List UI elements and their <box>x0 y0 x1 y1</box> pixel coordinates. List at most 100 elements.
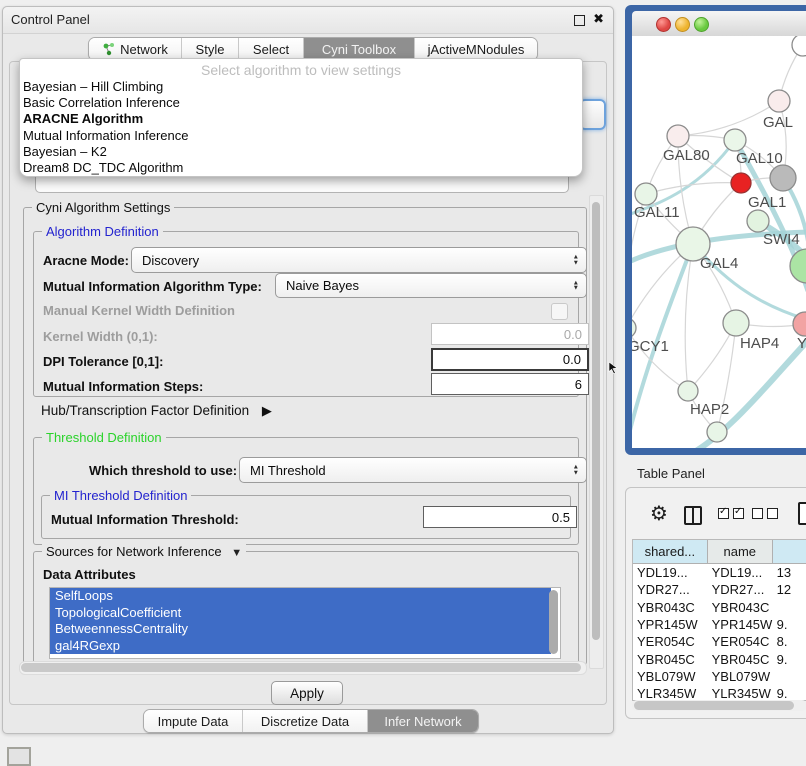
export-table-icon[interactable] <box>798 502 806 525</box>
manual-kernel-label: Manual Kernel Width Definition <box>43 303 235 318</box>
apply-button[interactable]: Apply <box>271 681 343 705</box>
table-cell: YDR27... <box>708 582 773 597</box>
selected-value: Discovery <box>142 253 199 268</box>
select-all-columns-icon[interactable] <box>718 508 744 519</box>
network-node-swi4[interactable] <box>747 210 769 232</box>
node-label: GAL1 <box>748 194 786 211</box>
hub-section-toggle[interactable]: Hub/Transcription Factor Definition ▶ <box>41 403 272 419</box>
column-header-name[interactable]: name <box>708 540 773 563</box>
network-edge[interactable] <box>646 183 741 194</box>
tab-style[interactable]: Style <box>182 38 239 60</box>
network-edge-thick[interactable] <box>687 336 806 448</box>
table-cell: YDL19... <box>633 565 708 580</box>
network-canvas[interactable]: GALGAL80GAL10GAL1GAL11SWI4GAL4GCY1HAP4YH… <box>632 36 806 448</box>
unchecked-box-icon <box>767 508 778 519</box>
network-node-gal1[interactable] <box>731 173 751 193</box>
dropdown-prompt: Select algorithm to view settings <box>20 62 582 79</box>
settings-vertical-scrollbar[interactable] <box>589 195 604 669</box>
split-columns-icon[interactable] <box>684 506 702 525</box>
tab-infer-network[interactable]: Infer Network <box>368 710 478 732</box>
aracne-mode-select[interactable]: Discovery ▲▼ <box>131 247 587 273</box>
network-node-hap2[interactable] <box>678 381 698 401</box>
attribute-item-selected[interactable]: TopologicalCoefficient <box>50 605 551 622</box>
algorithm-option[interactable]: Basic Correlation Inference <box>20 95 582 111</box>
network-node-gal11[interactable] <box>635 183 657 205</box>
table-horizontal-scrollbar[interactable] <box>632 700 806 711</box>
algorithm-option[interactable]: ARACNE Algorithm <box>20 111 582 127</box>
network-node-node-top[interactable] <box>792 36 806 56</box>
mi-steps-field[interactable]: 6 <box>431 373 589 395</box>
control-panel-window: Control Panel ✖ Network Style Select Cyn… <box>2 6 614 734</box>
table-panel: ⚙ shared... name YDL19...YDL19...13YDR27… <box>625 487 806 719</box>
table-row[interactable]: YBR045CYBR045C9. <box>633 650 806 667</box>
table-row[interactable]: YBL079WYBL079W <box>633 668 806 685</box>
network-node-gray-node[interactable] <box>770 165 796 191</box>
algorithm-combobox-spinner[interactable] <box>579 99 606 130</box>
mouse-cursor <box>608 362 618 374</box>
table-body: YDL19...YDL19...13YDR27...YDR27...12YBR0… <box>633 564 806 701</box>
algorithm-option[interactable]: Mutual Information Inference <box>20 128 582 144</box>
network-node-node-bottom[interactable] <box>707 422 727 442</box>
minimized-panel-icon[interactable] <box>7 747 31 766</box>
spinner-arrows-icon: ▲▼ <box>573 255 579 266</box>
network-node-gal10[interactable] <box>724 129 746 151</box>
unchecked-box-icon <box>752 508 763 519</box>
network-view-titlebar[interactable] <box>632 11 806 37</box>
column-header-shared-name[interactable]: shared... <box>633 540 708 563</box>
selected-value: MI Threshold <box>250 463 326 478</box>
table-cell: 9. <box>773 652 806 667</box>
scrollbar-thumb[interactable] <box>634 701 794 710</box>
table-row[interactable]: YPR145WYPR145W9. <box>633 616 806 633</box>
tab-label: Network <box>120 42 168 57</box>
tab-impute-data[interactable]: Impute Data <box>144 710 243 732</box>
column-header-partial[interactable] <box>773 540 806 563</box>
tab-jactivemnodules[interactable]: jActiveMNodules <box>415 38 537 60</box>
gear-icon[interactable]: ⚙ <box>650 501 668 526</box>
group-title: MI Threshold Definition <box>50 488 191 503</box>
algorithm-option[interactable]: Bayesian – Hill Climbing <box>20 79 582 95</box>
network-node-gcy1[interactable] <box>632 318 636 338</box>
deselect-all-columns-icon[interactable] <box>752 508 778 519</box>
algorithm-option[interactable]: Dream8 DC_TDC Algorithm <box>20 160 582 176</box>
table-row[interactable]: YER054CYER054C8. <box>633 633 806 650</box>
table-row[interactable]: YDR27...YDR27...12 <box>633 581 806 598</box>
network-node-gal80[interactable] <box>667 125 689 147</box>
data-attributes-list[interactable]: SelfLoopsTopologicalCoefficientBetweenne… <box>49 587 561 659</box>
hub-section-label: Hub/Transcription Factor Definition <box>41 403 249 418</box>
network-node-hap4[interactable] <box>723 310 749 336</box>
attribute-item-selected[interactable]: SelfLoops <box>50 588 551 605</box>
table-row[interactable]: YDL19...YDL19...13 <box>633 564 806 581</box>
kernel-width-label: Kernel Width (0,1): <box>43 329 158 344</box>
scrollbar-thumb[interactable] <box>21 663 581 672</box>
mi-threshold-field[interactable]: 0.5 <box>423 506 577 528</box>
which-threshold-select[interactable]: MI Threshold ▲▼ <box>239 457 587 483</box>
tab-discretize-data[interactable]: Discretize Data <box>243 710 368 732</box>
settings-horizontal-scrollbar[interactable] <box>19 661 587 675</box>
expand-arrow-icon[interactable]: ▶ <box>262 403 272 418</box>
control-panel-titlebar[interactable]: Control Panel ✖ <box>3 7 613 34</box>
table-row[interactable]: YBR043CYBR043C <box>633 599 806 616</box>
algorithm-dropdown-list: Bayesian – Hill ClimbingBasic Correlatio… <box>20 79 582 176</box>
attribute-item-selected[interactable]: BetweennessCentrality <box>50 621 551 638</box>
tab-select[interactable]: Select <box>239 38 304 60</box>
mi-type-select[interactable]: Naive Bayes ▲▼ <box>275 273 587 298</box>
manual-kernel-checkbox[interactable] <box>551 303 568 320</box>
table-row[interactable]: YLR345WYLR345W9. <box>633 685 806 701</box>
tab-network[interactable]: Network <box>89 38 182 60</box>
close-traffic-light-icon[interactable] <box>656 17 671 32</box>
checked-box-icon <box>733 508 744 519</box>
zoom-traffic-light-icon[interactable] <box>694 17 709 32</box>
close-icon[interactable]: ✖ <box>593 11 604 27</box>
algorithm-option[interactable]: Bayesian – K2 <box>20 144 582 160</box>
kernel-width-field[interactable]: 0.0 <box>431 323 589 345</box>
network-node-gal-pink[interactable] <box>768 90 790 112</box>
scrollbar-thumb[interactable] <box>592 202 600 640</box>
restore-icon[interactable] <box>574 15 585 26</box>
dpi-tolerance-field[interactable]: 0.0 <box>431 348 589 371</box>
list-scrollbar-thumb[interactable] <box>549 590 558 654</box>
tab-cyni-toolbox[interactable]: Cyni Toolbox <box>304 38 415 60</box>
node-table: shared... name YDL19...YDL19...13YDR27..… <box>632 539 806 701</box>
attribute-item-selected[interactable]: gal4RGexp <box>50 638 551 655</box>
collapse-arrow-icon[interactable]: ▼ <box>231 547 242 559</box>
minimize-traffic-light-icon[interactable] <box>675 17 690 32</box>
